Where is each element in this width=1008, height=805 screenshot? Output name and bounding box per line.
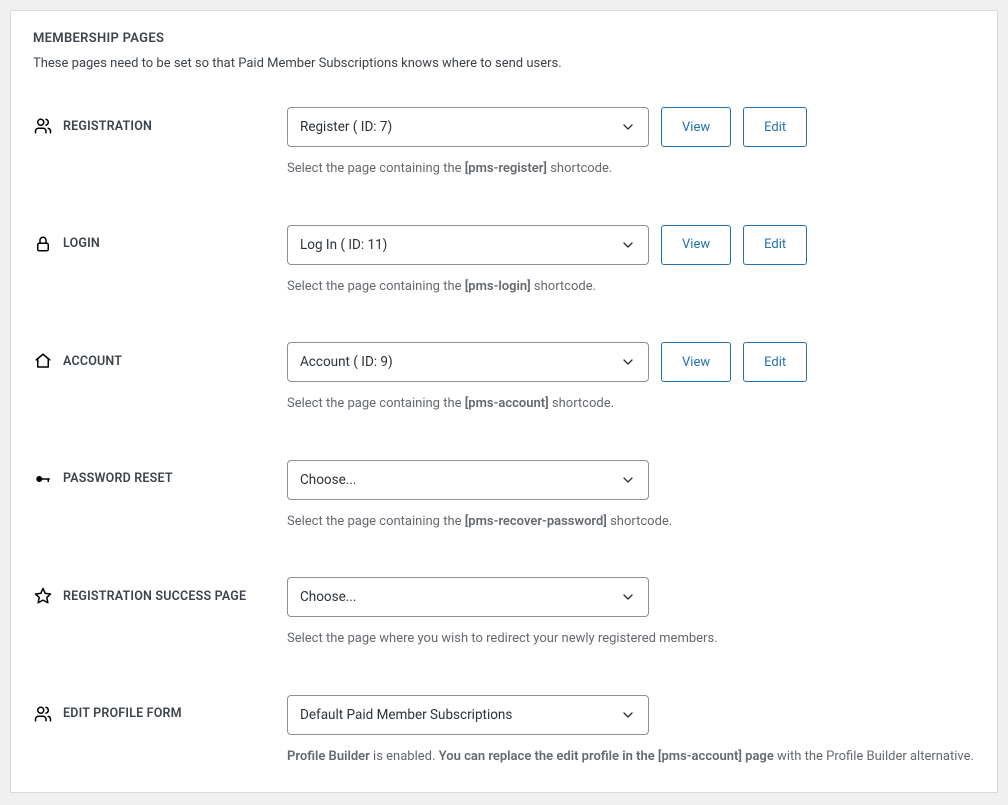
select-value: Log In ( ID: 11) bbox=[300, 237, 387, 253]
select-password-reset-page[interactable]: Choose... bbox=[287, 460, 649, 500]
users-icon bbox=[33, 704, 53, 724]
select-registration-success-page[interactable]: Choose... bbox=[287, 577, 649, 617]
label-account: ACCOUNT bbox=[33, 342, 287, 371]
row-login: LOGIN Log In ( ID: 11) View Edit Select … bbox=[33, 225, 975, 297]
select-value: Account ( ID: 9) bbox=[300, 354, 393, 370]
select-edit-profile-form[interactable]: Default Paid Member Subscriptions bbox=[287, 695, 649, 735]
row-edit-profile: EDIT PROFILE FORM Default Paid Member Su… bbox=[33, 695, 975, 767]
label-text-account: ACCOUNT bbox=[63, 354, 122, 369]
edit-button[interactable]: Edit bbox=[743, 342, 807, 382]
ctrl-account: Account ( ID: 9) View Edit Select the pa… bbox=[287, 342, 975, 414]
ctrl-edit-profile: Default Paid Member Subscriptions Profil… bbox=[287, 695, 975, 767]
helper-account: Select the page containing the [pms-acco… bbox=[287, 394, 975, 414]
home-icon bbox=[33, 351, 53, 371]
chevron-down-icon bbox=[620, 237, 636, 253]
select-value: Choose... bbox=[300, 472, 356, 488]
panel-description: These pages need to be set so that Paid … bbox=[33, 56, 975, 71]
helper-password-reset: Select the page containing the [pms-reco… bbox=[287, 512, 975, 532]
ctrl-password-reset: Choose... Select the page containing the… bbox=[287, 460, 975, 532]
label-text-edit-profile: EDIT PROFILE FORM bbox=[63, 706, 182, 721]
helper-login: Select the page containing the [pms-logi… bbox=[287, 277, 975, 297]
helper-registration: Select the page containing the [pms-regi… bbox=[287, 159, 975, 179]
ctrl-login: Log In ( ID: 11) View Edit Select the pa… bbox=[287, 225, 975, 297]
users-icon bbox=[33, 116, 53, 136]
select-value: Register ( ID: 7) bbox=[300, 119, 392, 135]
edit-button[interactable]: Edit bbox=[743, 225, 807, 265]
panel-title: MEMBERSHIP PAGES bbox=[33, 31, 975, 46]
label-registration-success: REGISTRATION SUCCESS PAGE bbox=[33, 577, 287, 606]
chevron-down-icon bbox=[620, 589, 636, 605]
select-registration-page[interactable]: Register ( ID: 7) bbox=[287, 107, 649, 147]
chevron-down-icon bbox=[620, 119, 636, 135]
chevron-down-icon bbox=[620, 472, 636, 488]
label-text-password-reset: PASSWORD RESET bbox=[63, 471, 173, 486]
view-button[interactable]: View bbox=[661, 225, 731, 265]
ctrl-registration-success: Choose... Select the page where you wish… bbox=[287, 577, 975, 649]
chevron-down-icon bbox=[620, 707, 636, 723]
label-login: LOGIN bbox=[33, 225, 287, 254]
select-value: Default Paid Member Subscriptions bbox=[300, 707, 512, 723]
membership-pages-panel: MEMBERSHIP PAGES These pages need to be … bbox=[10, 10, 998, 793]
select-value: Choose... bbox=[300, 589, 356, 605]
row-account: ACCOUNT Account ( ID: 9) View Edit Selec… bbox=[33, 342, 975, 414]
label-password-reset: PASSWORD RESET bbox=[33, 460, 287, 489]
row-registration: REGISTRATION Register ( ID: 7) View Edit… bbox=[33, 107, 975, 179]
view-button[interactable]: View bbox=[661, 342, 731, 382]
lock-icon bbox=[33, 234, 53, 254]
label-text-registration: REGISTRATION bbox=[63, 119, 152, 134]
edit-button[interactable]: Edit bbox=[743, 107, 807, 147]
row-registration-success: REGISTRATION SUCCESS PAGE Choose... Sele… bbox=[33, 577, 975, 649]
helper-registration-success: Select the page where you wish to redire… bbox=[287, 629, 975, 649]
ctrl-registration: Register ( ID: 7) View Edit Select the p… bbox=[287, 107, 975, 179]
label-text-login: LOGIN bbox=[63, 236, 100, 251]
label-registration: REGISTRATION bbox=[33, 107, 287, 136]
row-password-reset: PASSWORD RESET Choose... Select the page… bbox=[33, 460, 975, 532]
chevron-down-icon bbox=[620, 354, 636, 370]
label-edit-profile: EDIT PROFILE FORM bbox=[33, 695, 287, 724]
select-account-page[interactable]: Account ( ID: 9) bbox=[287, 342, 649, 382]
view-button[interactable]: View bbox=[661, 107, 731, 147]
star-icon bbox=[33, 586, 53, 606]
select-login-page[interactable]: Log In ( ID: 11) bbox=[287, 225, 649, 265]
helper-edit-profile: Profile Builder is enabled. You can repl… bbox=[287, 747, 975, 767]
label-text-registration-success: REGISTRATION SUCCESS PAGE bbox=[63, 589, 246, 604]
key-icon bbox=[33, 469, 53, 489]
